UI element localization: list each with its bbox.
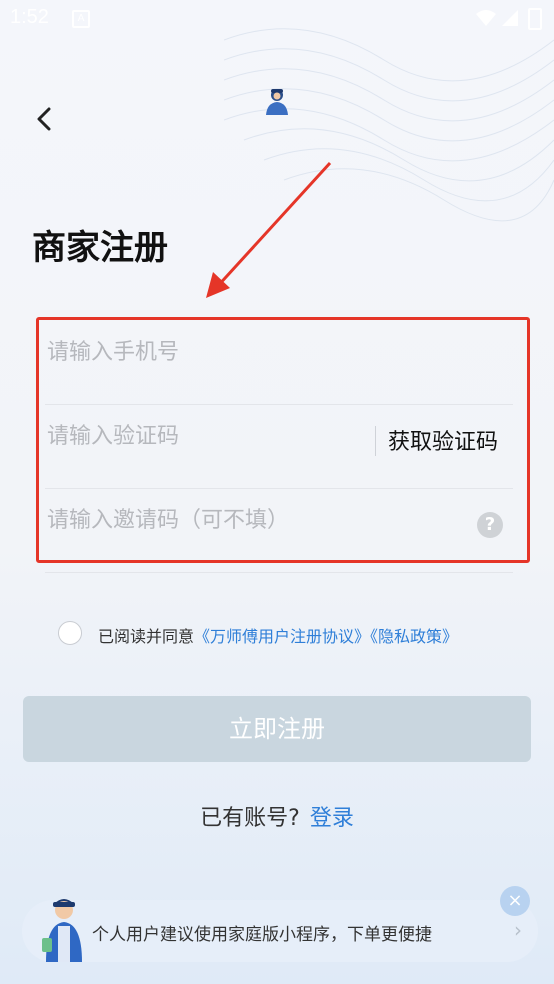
get-code-button[interactable]: 获取验证码 <box>388 424 498 456</box>
registration-form: 请输入手机号 请输入验证码 获取验证码 请输入邀请码（可不填） ? <box>36 317 530 573</box>
agreement-text: 已阅读并同意《万师傅用户注册协议》《隐私政策》 <box>98 623 458 647</box>
user-agreement-link[interactable]: 《万师傅用户注册协议》 <box>194 627 370 646</box>
back-icon[interactable] <box>30 104 60 134</box>
page-title: 商家注册 <box>32 228 168 268</box>
code-placeholder: 请输入验证码 <box>47 424 180 449</box>
code-divider <box>375 426 376 456</box>
notification-icon: A <box>72 10 90 28</box>
agreement-prefix: 已阅读并同意 <box>98 627 195 646</box>
worker-avatar <box>42 899 82 962</box>
phone-field[interactable]: 请输入手机号 <box>45 320 513 405</box>
help-icon[interactable]: ? <box>477 512 503 538</box>
invite-code-field[interactable]: 请输入邀请码（可不填） ? <box>45 488 513 573</box>
phone-placeholder: 请输入手机号 <box>47 340 180 365</box>
chevron-right-icon: › <box>514 918 522 942</box>
banner-text: 个人用户建议使用家庭版小程序，下单更便捷 <box>92 925 432 945</box>
register-button[interactable]: 立即注册 <box>23 696 531 762</box>
close-icon[interactable]: × <box>500 886 530 916</box>
agreement-checkbox[interactable] <box>58 621 82 645</box>
login-prompt: 已有账号? <box>200 806 300 831</box>
status-time: 1:52 <box>10 6 49 28</box>
login-row: 已有账号? 登录 <box>0 800 554 832</box>
privacy-policy-link[interactable]: 《隐私政策》 <box>370 627 458 646</box>
login-link[interactable]: 登录 <box>310 806 354 831</box>
mini-program-banner[interactable]: 个人用户建议使用家庭版小程序，下单更便捷 › <box>22 899 538 962</box>
verification-code-field[interactable]: 请输入验证码 获取验证码 <box>45 404 513 489</box>
invite-placeholder: 请输入邀请码（可不填） <box>47 508 290 533</box>
logo-icon <box>266 89 288 115</box>
